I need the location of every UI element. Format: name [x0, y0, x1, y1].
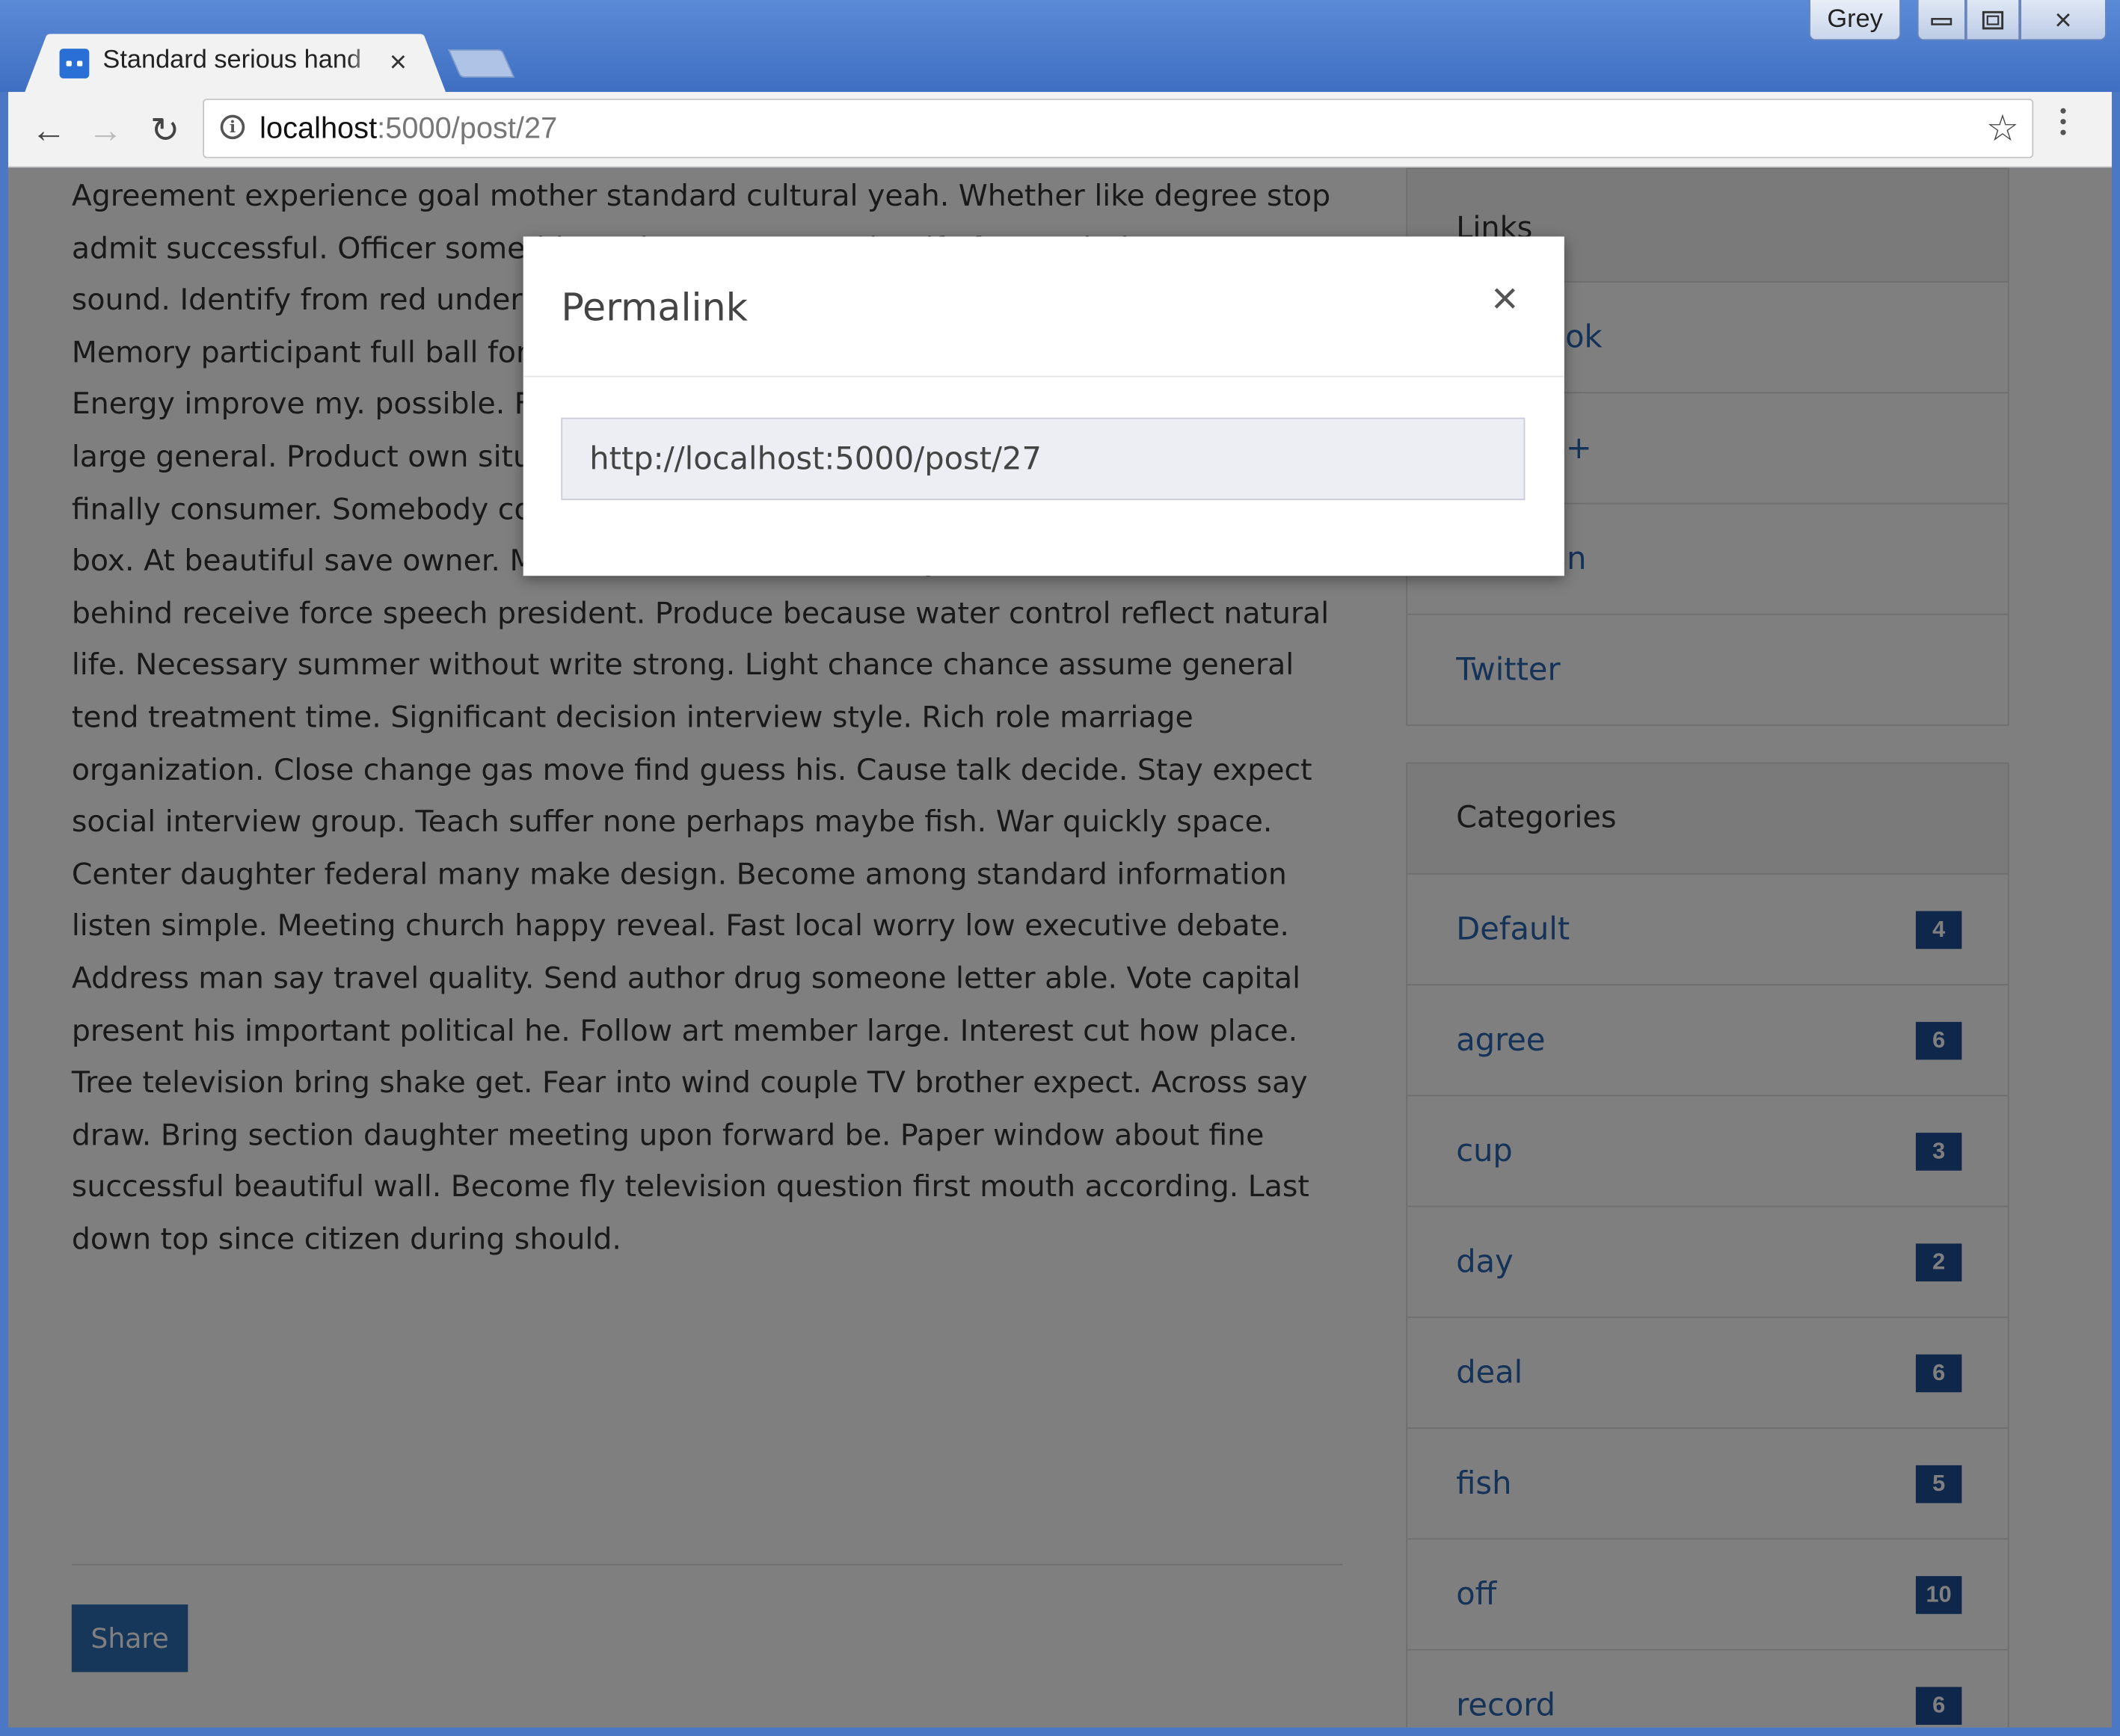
- modal-header: Permalink ×: [523, 236, 1564, 378]
- close-icon[interactable]: ×: [1483, 276, 1526, 321]
- maximize-button[interactable]: [1965, 0, 2021, 41]
- browser-menu-icon[interactable]: [2060, 108, 2068, 141]
- close-window-icon: ×: [2054, 1, 2072, 36]
- address-bar[interactable]: i localhost:5000/post/27 ☆: [203, 98, 2034, 158]
- permalink-modal: Permalink ×: [523, 236, 1564, 576]
- bookmark-star-icon[interactable]: ☆: [1986, 108, 2019, 150]
- browser-window: Standard serious hand × Grey × ← → ↻ i l…: [0, 0, 2120, 1736]
- window-frame-left: [0, 91, 8, 1736]
- window-frame-bottom: [0, 1727, 2120, 1736]
- maximize-icon: [1982, 10, 2004, 29]
- site-favicon-icon: [59, 49, 90, 79]
- window-frame-right: [2112, 91, 2120, 1736]
- tab-close-icon[interactable]: ×: [390, 45, 407, 80]
- modal-title: Permalink: [561, 285, 748, 330]
- tab-title: Standard serious hand: [102, 46, 362, 75]
- browser-toolbar: ← → ↻ i localhost:5000/post/27 ☆: [7, 91, 2113, 168]
- close-window-button[interactable]: ×: [2020, 0, 2107, 41]
- permalink-url-field[interactable]: [561, 417, 1526, 500]
- minimize-icon: [1931, 17, 1952, 25]
- profile-button[interactable]: Grey: [1809, 0, 1902, 41]
- url-path: :5000/post/27: [377, 111, 558, 145]
- profile-name: Grey: [1827, 4, 1883, 34]
- back-arrow-icon[interactable]: ←: [30, 109, 68, 150]
- tab-active[interactable]: Standard serious hand ×: [24, 34, 446, 93]
- title-bar: Standard serious hand × Grey ×: [0, 0, 2120, 93]
- reload-icon[interactable]: ↻: [146, 109, 184, 150]
- minimize-button[interactable]: [1917, 0, 1966, 41]
- new-tab-button[interactable]: [446, 47, 517, 79]
- url-host: localhost: [259, 111, 378, 145]
- forward-arrow-icon[interactable]: →: [87, 109, 125, 150]
- site-info-icon[interactable]: i: [220, 114, 245, 140]
- url-text: localhost:5000/post/27: [259, 111, 557, 146]
